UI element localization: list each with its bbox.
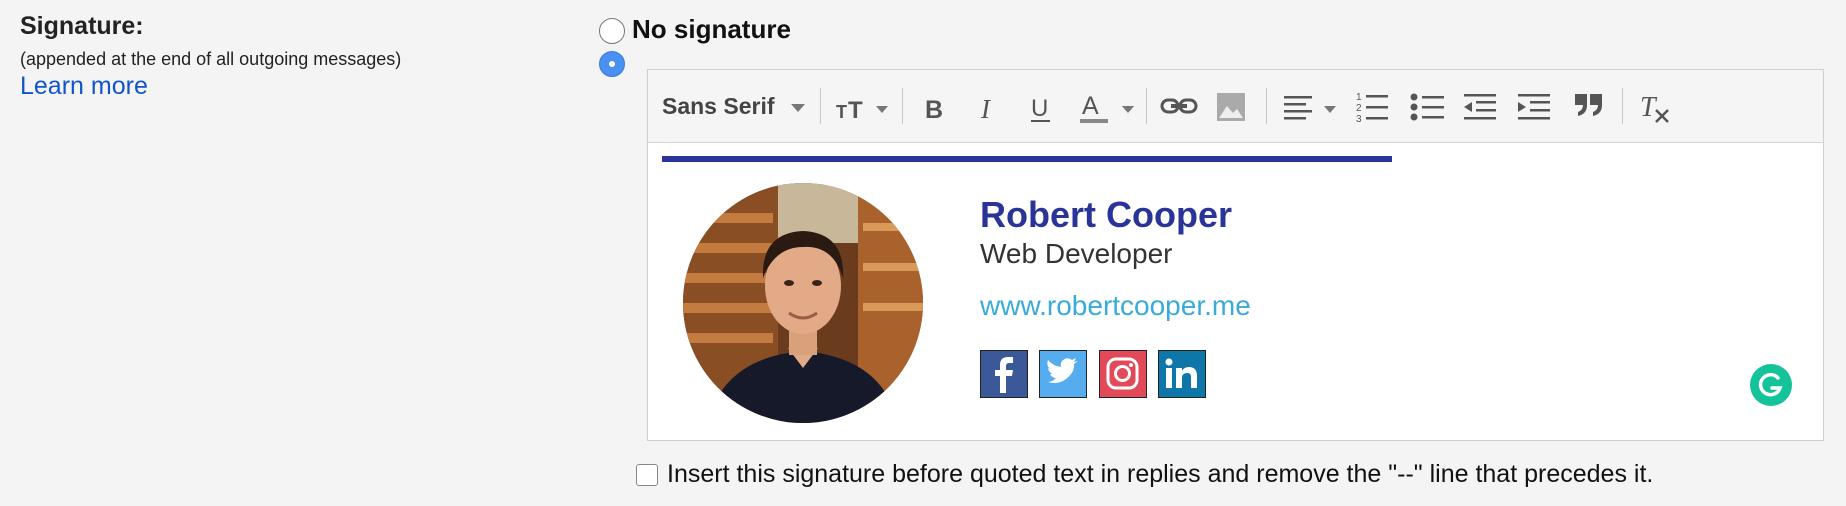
grammarly-button[interactable] [1750,364,1792,406]
signature-heading: Signature: [20,12,144,40]
svg-text:U: U [1031,95,1048,122]
italic-icon: I [980,94,992,122]
bold-icon: B [925,96,943,122]
contact-title: Web Developer [980,238,1173,269]
italic-button[interactable]: I [976,92,1002,122]
text-color-button[interactable]: A [1080,90,1136,124]
font-family-label: Sans Serif [662,93,775,119]
portrait-image [683,183,923,423]
website-link[interactable]: www.robertcooper.me [980,290,1251,322]
toolbar-divider [820,88,821,124]
insert-before-quoted-label[interactable]: Insert this signature before quoted text… [667,460,1653,489]
svg-text:3: 3 [1356,114,1362,124]
numbered-list-button[interactable]: 1 2 3 [1356,90,1390,124]
font-family-select[interactable]: Sans Serif [662,93,805,120]
toolbar-divider [902,88,903,124]
svg-text:T: T [836,102,847,122]
image-icon [1217,93,1245,121]
formatting-toolbar: Sans Serif T T B I U A 1 2 3 T [648,70,1823,143]
link-icon [1160,98,1198,114]
contact-name: Robert Cooper [980,194,1232,235]
no-signature-radio[interactable] [599,18,625,44]
learn-more-link[interactable]: Learn more [20,72,148,101]
bulleted-list-button[interactable] [1410,92,1444,122]
svg-text:T: T [1640,92,1658,123]
bold-button[interactable]: B [922,92,948,122]
insert-link-button[interactable] [1160,94,1198,118]
insert-before-quoted-checkbox[interactable] [636,464,658,486]
font-size-icon: T T [836,97,888,122]
indent-less-icon [1464,94,1496,120]
linkedin-icon [1165,358,1197,388]
chevron-down-icon [790,103,805,112]
twitter-link[interactable] [1039,350,1087,398]
twitter-icon [1047,358,1078,383]
quote-button[interactable] [1574,92,1604,120]
instagram-link[interactable] [1099,350,1147,398]
remove-formatting-button[interactable]: T [1638,90,1672,124]
underline-icon: U [1031,95,1050,122]
align-icon [1284,96,1336,120]
align-button[interactable] [1284,93,1340,121]
svg-text:1: 1 [1356,92,1362,103]
facebook-link[interactable] [980,350,1028,398]
toolbar-divider [1622,88,1623,124]
svg-text:T: T [848,97,863,122]
insert-image-button[interactable] [1216,92,1246,122]
linkedin-link[interactable] [1158,350,1206,398]
svg-text:A: A [1082,92,1099,120]
instagram-icon [1106,357,1139,390]
profile-photo [683,183,923,423]
custom-signature-radio[interactable] [599,51,625,77]
font-size-button[interactable]: T T [836,92,892,122]
underline-button[interactable]: U [1028,92,1054,124]
indent-more-icon [1518,94,1550,120]
remove-formatting-icon: T [1640,92,1669,123]
numbered-list-icon: 1 2 3 [1356,92,1388,124]
svg-text:I: I [980,94,992,122]
toolbar-divider [1266,88,1267,124]
quote-icon [1575,94,1602,116]
indent-more-button[interactable] [1518,92,1550,122]
no-signature-label[interactable]: No signature [632,14,791,45]
signature-editor[interactable]: Sans Serif T T B I U A 1 2 3 T Robert Co… [647,69,1824,441]
toolbar-divider [1146,88,1147,124]
svg-text:B: B [925,96,943,122]
text-color-icon: A [1080,92,1134,123]
signature-top-rule [662,156,1392,162]
indent-less-button[interactable] [1464,92,1496,122]
grammarly-icon [1758,372,1783,397]
facebook-icon [995,357,1013,393]
bulleted-list-icon [1410,93,1444,121]
svg-text:2: 2 [1356,103,1362,114]
signature-description: (appended at the end of all outgoing mes… [20,49,402,69]
